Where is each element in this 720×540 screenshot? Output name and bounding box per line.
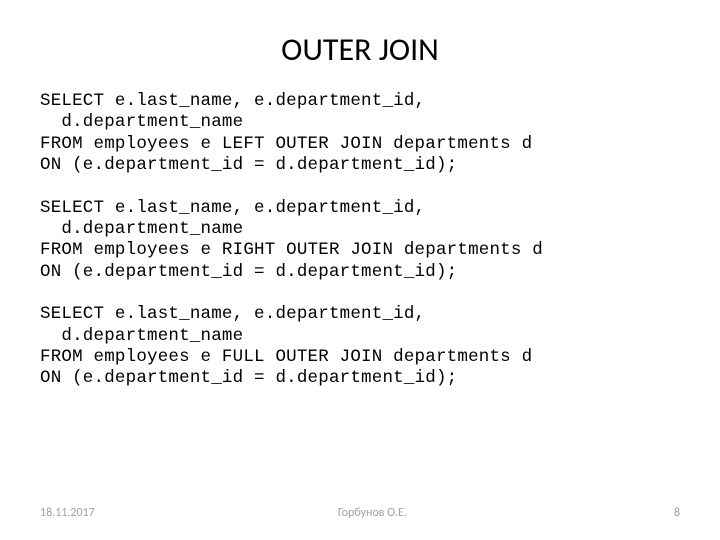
slide-container: OUTER JOIN SELECT e.last_name, e.departm… bbox=[0, 0, 720, 540]
footer-author: Горбунов О.Е. bbox=[95, 506, 650, 520]
footer-page-number: 8 bbox=[650, 506, 680, 520]
slide-title: OUTER JOIN bbox=[40, 30, 680, 69]
sql-code-block: SELECT e.last_name, e.department_id, d.d… bbox=[40, 91, 680, 390]
slide-footer: 18.11.2017 Горбунов О.Е. 8 bbox=[0, 506, 720, 520]
footer-date: 18.11.2017 bbox=[40, 506, 95, 520]
